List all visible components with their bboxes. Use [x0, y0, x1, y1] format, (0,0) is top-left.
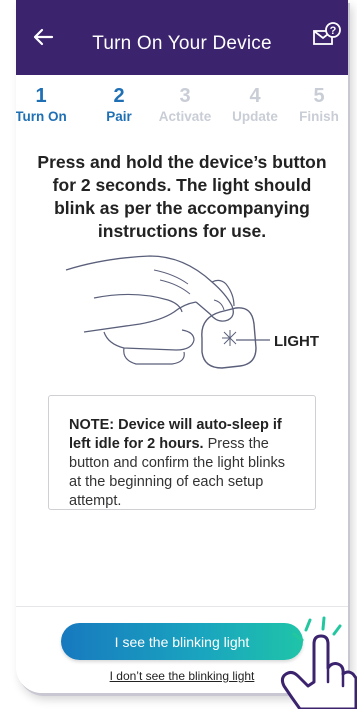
app-screen: Turn On Your Device ? 1 Turn On 2 Pair 3…	[16, 0, 348, 693]
instruction-text: Press and hold the device’s button for 2…	[37, 152, 327, 241]
tap-hand-icon	[280, 616, 357, 709]
step-pair: 2 Pair	[87, 84, 151, 126]
step-label: Turn On	[16, 109, 67, 124]
step-turn-on: 1 Turn On	[16, 84, 73, 126]
top-bar: Turn On Your Device ?	[16, 0, 348, 75]
step-number: 4	[249, 85, 261, 107]
envelope-question-icon: ?	[313, 22, 341, 45]
step-activate: 3 Activate	[153, 84, 217, 126]
setup-stepper: 1 Turn On 2 Pair 3 Activate 4 Update 5 F…	[16, 84, 348, 134]
step-number: 3	[179, 85, 191, 107]
see-blinking-light-button[interactable]: I see the blinking light	[61, 623, 303, 660]
step-label: Update	[232, 109, 278, 124]
step-label: Pair	[106, 109, 132, 124]
step-number: 1	[35, 85, 47, 107]
help-button[interactable]: ?	[312, 20, 342, 50]
step-label: Finish	[299, 109, 339, 124]
page-title: Turn On Your Device	[92, 33, 272, 54]
light-label: LIGHT	[274, 333, 319, 350]
auto-sleep-note: NOTE: Device will auto-sleep if left idl…	[48, 395, 316, 510]
svg-text:?: ?	[330, 25, 337, 37]
step-number: 2	[113, 85, 125, 107]
step-finish: 5 Finish	[287, 84, 348, 126]
step-label: Activate	[158, 109, 212, 124]
step-number: 5	[313, 85, 325, 107]
hand-pressing-device-illustration: LIGHT	[65, 255, 319, 369]
step-update: 4 Update	[223, 84, 287, 126]
